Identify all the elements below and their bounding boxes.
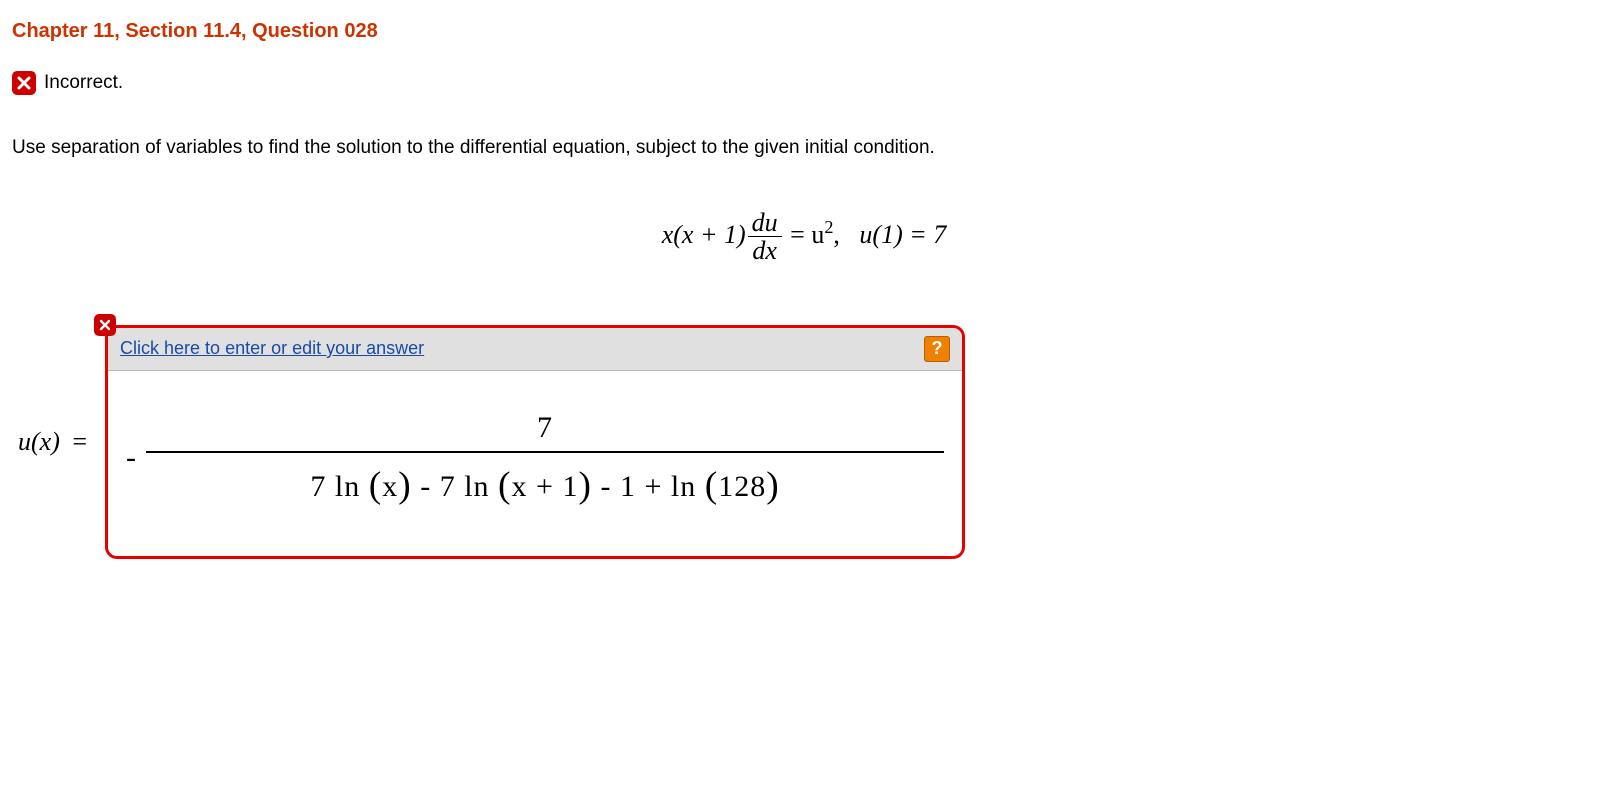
answer-box-wrap: Click here to enter or edit your answer … [105, 325, 965, 559]
edit-answer-link[interactable]: Click here to enter or edit your answer [120, 338, 424, 359]
status-text: Incorrect. [44, 72, 123, 94]
eq-frac-den: dx [748, 237, 782, 264]
eq-frac-num: du [748, 209, 782, 237]
ux-text: u(x) [18, 427, 60, 456]
close-icon[interactable] [94, 314, 116, 336]
answer-header: Click here to enter or edit your answer … [108, 328, 962, 371]
eq-derivative-fraction: dudx [748, 209, 782, 265]
ux-eq: = [66, 427, 87, 456]
answer-denominator: 7 ln (x) - 7 ln (x + 1) - 1 + ln (128) [146, 453, 944, 506]
answer-area: u(x) = Click here to enter or edit your … [18, 325, 1596, 559]
answer-body[interactable]: - 7 7 ln (x) - 7 ln (x + 1) - 1 + ln (12… [108, 371, 962, 556]
answer-negative-sign: - [126, 441, 136, 475]
differential-equation: x(x + 1)dudx = u2, u(1) = 7 [12, 209, 1596, 265]
eq-lhs-pre: x(x + 1) [662, 220, 746, 249]
answer-box: Click here to enter or edit your answer … [105, 325, 965, 559]
eq-initial-condition: u(1) = 7 [859, 220, 946, 249]
question-prompt: Use separation of variables to find the … [12, 137, 1596, 159]
eq-comma: , [833, 220, 840, 249]
help-icon[interactable]: ? [924, 336, 950, 362]
question-title: Chapter 11, Section 11.4, Question 028 [12, 20, 1596, 43]
incorrect-icon [12, 71, 36, 95]
answer-fraction: 7 7 ln (x) - 7 ln (x + 1) - 1 + ln (128) [146, 411, 944, 506]
status-row: Incorrect. [12, 71, 1596, 95]
ux-label: u(x) = [18, 427, 87, 457]
eq-rhs-eq: = u [784, 220, 825, 249]
answer-numerator: 7 [146, 411, 944, 453]
